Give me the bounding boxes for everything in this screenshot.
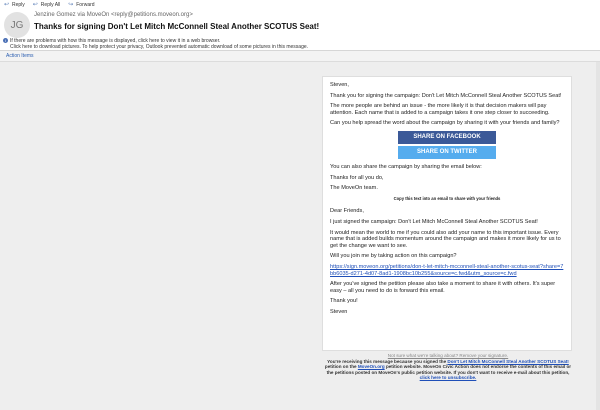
share-twitter-button[interactable]: SHARE ON TWITTER (398, 145, 496, 159)
action-items-bar: Action Items (0, 51, 600, 62)
share-facebook-button[interactable]: SHARE ON FACEBOOK (398, 130, 496, 144)
forward-button[interactable]: ↪ Forward (68, 2, 94, 8)
spread-word-paragraph: Can you help spread the word about the c… (330, 120, 560, 127)
email-footer: Not sure what we're talking about? Remov… (322, 353, 574, 381)
reply-all-icon: ↩ (32, 2, 38, 8)
share-email-paragraph: You can also share the campaign by shari… (330, 163, 482, 170)
footer-petition-link[interactable]: Don't Let Mitch McConnell Steal Another … (447, 359, 568, 364)
join-me-paragraph: Will you join me by taking action on thi… (330, 253, 457, 260)
info-icon: i (3, 38, 8, 43)
mean-the-world-paragraph: It would mean the world to me if you cou… (330, 229, 561, 249)
reply-icon: ↩ (4, 2, 10, 8)
more-people-paragraph: The more people are behind an issue - th… (330, 103, 550, 116)
unsubscribe-link[interactable]: click here to unsubscribe. (420, 375, 477, 380)
avatar: JG (4, 12, 30, 38)
copy-note: Copy this text into an email to share wi… (393, 195, 501, 201)
footer-text-a: You're receiving this message because yo… (327, 358, 447, 364)
dear-friends: Dear Friends, (330, 208, 364, 215)
greeting: Steven, (330, 82, 349, 88)
signed-paragraph: I just signed the campaign: Don't Let Mi… (330, 218, 538, 225)
reply-all-label: Reply All (40, 2, 61, 8)
footer-disclaimer: You're receiving this message because yo… (322, 359, 574, 381)
forward-label: Forward (76, 2, 95, 8)
action-items-link[interactable]: Action Items (6, 53, 34, 59)
thank-you: Thank you! (330, 298, 358, 305)
reply-button[interactable]: ↩ Reply (4, 2, 25, 8)
message-toolbar: ↩ Reply ↩ Reply All ↪ Forward (0, 0, 600, 10)
thanks-for-all-paragraph: Thanks for all you do, (330, 174, 384, 181)
reply-all-button[interactable]: ↩ Reply All (33, 2, 60, 8)
thanks-paragraph: Thank you for signing the campaign: Don'… (330, 92, 562, 99)
signature-name: Steven (330, 308, 348, 315)
email-card: Steven, Thank you for signing the campai… (322, 76, 572, 351)
scrollbar[interactable] (596, 62, 600, 410)
message-header: JG Jenzine Gomez via MoveOn <reply@petit… (0, 10, 600, 52)
forward-icon: ↪ (68, 2, 74, 8)
signature-team: The MoveOn team. (330, 185, 378, 192)
info-bar[interactable]: If there are problems with how this mess… (10, 38, 308, 50)
footer-moveon-link[interactable]: MoveOn.org (358, 364, 385, 369)
after-signed-paragraph: After you've signed the petition please … (330, 281, 556, 294)
footer-text-b: petition on the (324, 364, 357, 370)
subject-line: Thanks for signing Don't Let Mitch McCon… (34, 22, 320, 31)
sender-line: Jenzine Gomez via MoveOn <reply@petition… (34, 12, 193, 18)
reply-label: Reply (12, 2, 25, 8)
petition-link[interactable]: https://sign.moveon.org/petitions/don-t-… (330, 264, 564, 277)
